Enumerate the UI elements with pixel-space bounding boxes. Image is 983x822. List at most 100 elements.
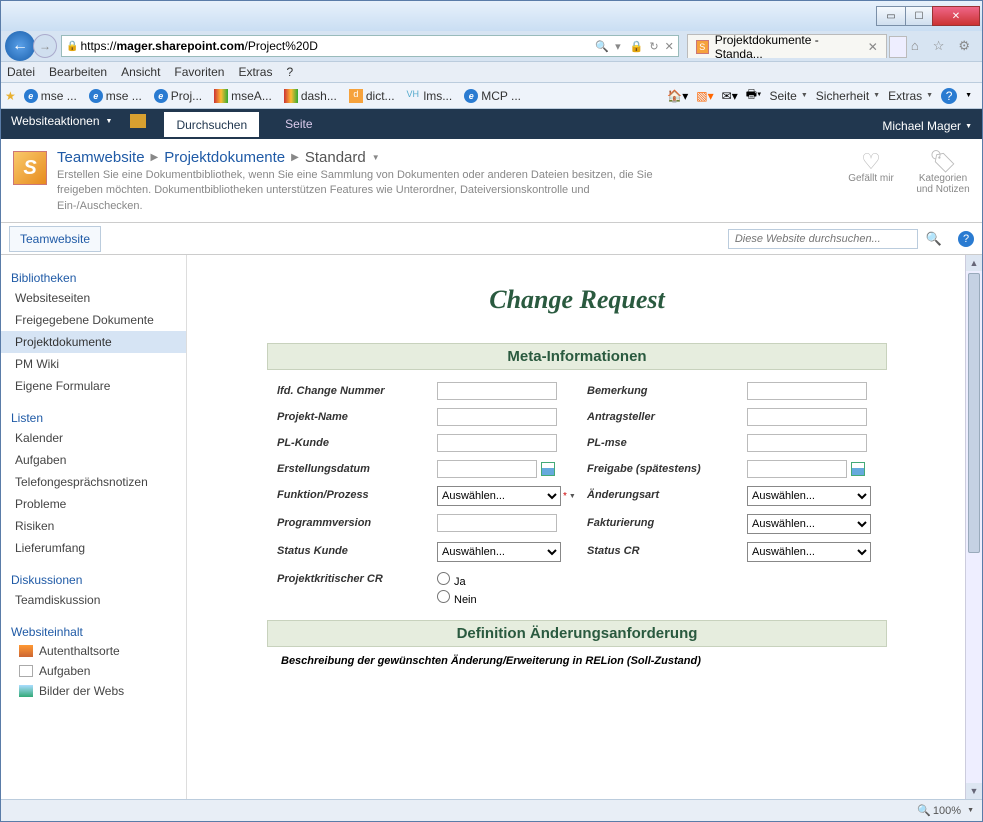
zoom-level[interactable]: 100% xyxy=(917,804,961,817)
browser-tab[interactable]: S Projektdokumente - Standa... ✕ xyxy=(687,34,887,58)
crumb-teamwebsite[interactable]: Teamwebsite xyxy=(57,149,145,166)
scrollbar-thumb[interactable] xyxy=(968,273,980,553)
menu-favoriten[interactable]: Favoriten xyxy=(174,65,224,79)
nav-item-projektdokumente[interactable]: Projektdokumente xyxy=(1,331,186,353)
nav-heading-diskussionen[interactable]: Diskussionen xyxy=(1,567,186,589)
site-actions-menu[interactable]: Websiteaktionen xyxy=(11,114,112,134)
site-tab[interactable]: Teamwebsite xyxy=(9,226,101,252)
fav-item[interactable]: dash... xyxy=(280,87,341,105)
feeds-icon[interactable]: ▧▾ xyxy=(696,89,713,103)
nav-item-bilder[interactable]: Bilder der Webs xyxy=(1,681,186,701)
vertical-scrollbar[interactable]: ▲ ▼ xyxy=(965,255,982,799)
nav-item-teamdiskussion[interactable]: Teamdiskussion xyxy=(1,589,186,611)
menu-extras[interactable]: Extras xyxy=(238,65,272,79)
search-icon[interactable]: 🔍 xyxy=(926,231,942,247)
menu-ansicht[interactable]: Ansicht xyxy=(121,65,160,79)
help-icon[interactable]: ? xyxy=(958,231,974,247)
window-close-button[interactable]: ✕ xyxy=(932,6,980,26)
nav-item-probleme[interactable]: Probleme xyxy=(1,493,186,515)
tags-notes-button[interactable]: 🏷 Kategorien und Notizen xyxy=(916,149,970,214)
page-menu[interactable]: Seite xyxy=(770,89,808,103)
mail-icon[interactable]: ✉▾ xyxy=(722,89,738,103)
window-minimize-button[interactable]: ▭ xyxy=(876,6,906,26)
label-fakturierung: Fakturierung xyxy=(587,514,737,534)
input-lfd[interactable] xyxy=(437,382,557,400)
menu-datei[interactable]: Datei xyxy=(7,65,35,79)
input-projekt[interactable] xyxy=(437,408,557,426)
nav-item-telefon[interactable]: Telefongesprächsnotizen xyxy=(1,471,186,493)
refresh-icon[interactable]: ↻ xyxy=(649,40,658,53)
nav-forward-button[interactable]: → xyxy=(33,34,57,58)
favorites-star-icon[interactable]: ☆ xyxy=(933,38,945,54)
site-search-input[interactable] xyxy=(728,229,918,249)
select-aenderungsart[interactable]: Auswählen... xyxy=(747,486,871,506)
ribbon-tab-page[interactable]: Seite xyxy=(273,111,324,137)
extras-menu[interactable]: Extras xyxy=(888,89,933,103)
search-icon[interactable]: 🔍 xyxy=(595,40,609,53)
input-progver[interactable] xyxy=(437,514,557,532)
radio-nein-label[interactable]: Nein xyxy=(437,590,887,606)
menu-bearbeiten[interactable]: Bearbeiten xyxy=(49,65,107,79)
user-menu[interactable]: Michael Mager xyxy=(882,119,972,139)
security-menu[interactable]: Sicherheit xyxy=(816,89,880,103)
nav-item-freigegebene[interactable]: Freigegebene Dokumente xyxy=(1,309,186,331)
nav-item-risiken[interactable]: Risiken xyxy=(1,515,186,537)
radio-ja[interactable] xyxy=(437,572,450,585)
stop-icon[interactable]: ✕ xyxy=(665,40,674,53)
select-statuscr[interactable]: Auswählen... xyxy=(747,542,871,562)
calendar-icon[interactable] xyxy=(541,462,555,476)
new-tab-button[interactable] xyxy=(889,36,907,58)
fav-item[interactable]: eMCP ... xyxy=(460,87,525,105)
fav-item[interactable]: emse ... xyxy=(20,87,81,105)
fav-item[interactable]: VHlms... xyxy=(403,87,457,105)
label-progver: Programmversion xyxy=(277,514,427,534)
help-icon[interactable]: ? xyxy=(941,88,957,104)
fav-item[interactable]: emse ... xyxy=(85,87,146,105)
nav-item-pmwiki[interactable]: PM Wiki xyxy=(1,353,186,375)
select-funktion[interactable]: Auswählen... xyxy=(437,486,561,506)
chevron-down-icon[interactable]: ▼ xyxy=(372,153,380,162)
home-dropdown-icon[interactable]: 🏠▾ xyxy=(667,89,688,103)
menu-help[interactable]: ? xyxy=(286,65,293,79)
url-input[interactable]: 🔒 https://mager.sharepoint.com/Project%2… xyxy=(61,35,679,57)
tools-gear-icon[interactable]: ⚙ xyxy=(958,38,970,54)
input-antragsteller[interactable] xyxy=(747,408,867,426)
nav-item-websiteseiten[interactable]: Websiteseiten xyxy=(1,287,186,309)
nav-item-kalender[interactable]: Kalender xyxy=(1,427,186,449)
input-freigabe[interactable] xyxy=(747,460,847,478)
crumb-projektdokumente[interactable]: Projektdokumente xyxy=(164,149,285,166)
nav-item-aufgaben[interactable]: Aufgaben xyxy=(1,449,186,471)
favorites-add-icon[interactable]: ★ xyxy=(5,89,16,103)
calendar-icon[interactable] xyxy=(851,462,865,476)
nav-heading-listen[interactable]: Listen xyxy=(1,405,186,427)
input-erstellung[interactable] xyxy=(437,460,537,478)
input-bemerkung[interactable] xyxy=(747,382,867,400)
print-icon[interactable]: 🖶▾ xyxy=(746,85,762,106)
nav-item-lieferumfang[interactable]: Lieferumfang xyxy=(1,537,186,559)
home-icon[interactable]: ⌂ xyxy=(911,38,919,54)
nav-heading-websiteinhalt[interactable]: Websiteinhalt xyxy=(1,619,186,641)
nav-back-button[interactable]: ← xyxy=(5,31,35,61)
fav-item[interactable]: mseA... xyxy=(210,87,276,105)
fav-item[interactable]: ddict... xyxy=(345,87,399,105)
select-statuskunde[interactable]: Auswählen... xyxy=(437,542,561,562)
nav-heading-bibliotheken[interactable]: Bibliotheken xyxy=(1,265,186,287)
fav-item[interactable]: eProj... xyxy=(150,87,206,105)
lms-icon: VH xyxy=(407,89,421,103)
input-plkunde[interactable] xyxy=(437,434,557,452)
like-button[interactable]: ♡ Gefällt mir xyxy=(844,149,898,214)
tab-close-icon[interactable]: ✕ xyxy=(868,40,878,54)
ribbon-tab-browse[interactable]: Durchsuchen xyxy=(164,112,259,137)
scroll-up-icon[interactable]: ▲ xyxy=(966,255,982,271)
zoom-dropdown-icon[interactable]: ▼ xyxy=(967,807,974,814)
select-fakturierung[interactable]: Auswählen... xyxy=(747,514,871,534)
radio-nein[interactable] xyxy=(437,590,450,603)
input-plmse[interactable] xyxy=(747,434,867,452)
nav-item-aufenthaltsorte[interactable]: Autenthaltsorte xyxy=(1,641,186,661)
radio-ja-label[interactable]: Ja xyxy=(437,572,887,588)
nav-item-formulare[interactable]: Eigene Formulare xyxy=(1,375,186,397)
navigate-up-icon[interactable] xyxy=(130,114,146,128)
nav-item-aufgaben2[interactable]: Aufgaben xyxy=(1,661,186,681)
window-maximize-button[interactable]: ☐ xyxy=(905,6,933,26)
scroll-down-icon[interactable]: ▼ xyxy=(966,783,982,799)
